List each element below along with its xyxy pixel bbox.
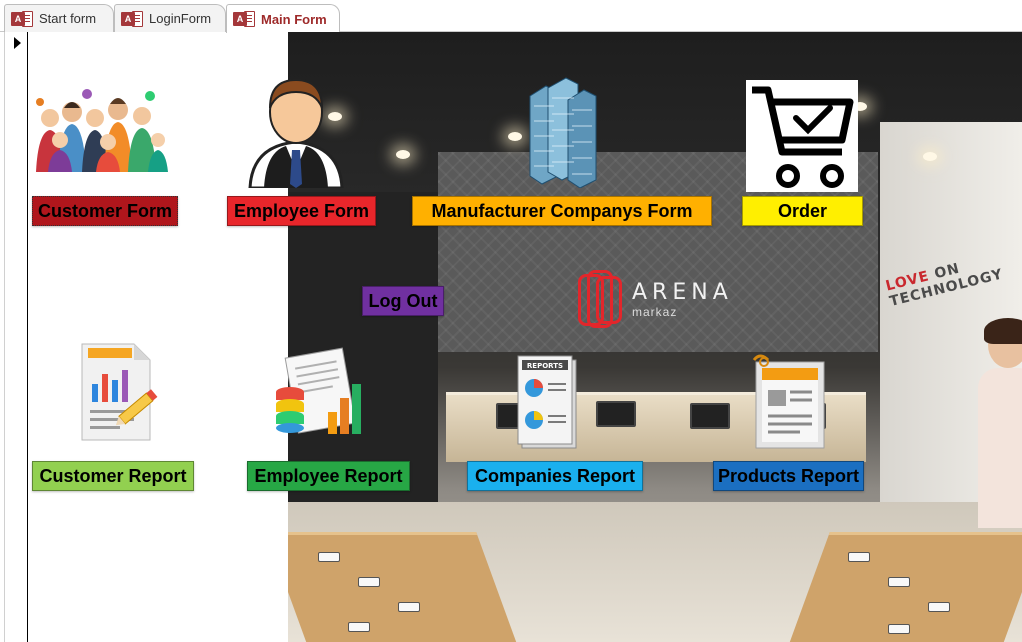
employee-form-button[interactable]: Employee Form: [227, 196, 376, 226]
customer-report-button[interactable]: Customer Report: [32, 461, 194, 491]
shopping-cart-check-icon[interactable]: [746, 80, 858, 192]
businessman-icon[interactable]: [246, 74, 346, 188]
products-report-button[interactable]: Products Report: [713, 461, 864, 491]
customer-form-button[interactable]: Customer Form: [32, 196, 178, 226]
current-record-arrow-icon: [14, 37, 21, 49]
tab-login-form[interactable]: A LoginForm: [114, 4, 226, 32]
clipboard-document-icon[interactable]: [750, 352, 830, 450]
tab-label: Start form: [39, 11, 97, 26]
document-tab-strip: A Start form A LoginForm A Main Form: [0, 0, 1022, 33]
log-out-button[interactable]: Log Out: [362, 286, 444, 316]
access-form-icon: A: [11, 10, 33, 28]
store-brand-logo: ARENA markaz: [578, 270, 733, 330]
store-brand-sub: markaz: [632, 305, 678, 319]
reports-pie-chart-icon[interactable]: REPORTS: [512, 354, 580, 452]
store-slogan: LOVE ON TECHNOLOGY: [884, 260, 1005, 310]
document-chart-pencil-icon[interactable]: [78, 340, 160, 444]
tab-label: Main Form: [261, 11, 327, 27]
skyscraper-buildings-icon[interactable]: [526, 76, 600, 188]
access-form-icon: A: [233, 10, 255, 28]
record-selector[interactable]: [4, 32, 28, 642]
access-form-icon: A: [121, 10, 143, 28]
tab-main-form[interactable]: A Main Form: [226, 4, 340, 33]
manufacturer-companys-form-button[interactable]: Manufacturer Companys Form: [412, 196, 712, 226]
report-bar-chart-icon[interactable]: [274, 346, 374, 442]
tab-start-form[interactable]: A Start form: [4, 4, 114, 32]
group-of-people-icon[interactable]: [30, 84, 170, 172]
arena-logo-icon: [578, 270, 622, 330]
order-button[interactable]: Order: [742, 196, 863, 226]
store-brand-name: ARENA: [632, 280, 733, 305]
shopper-figure: [978, 318, 1022, 532]
companies-report-button[interactable]: Companies Report: [467, 461, 643, 491]
tab-label: LoginForm: [149, 11, 212, 26]
store-background-image: LOVE ON TECHNOLOGY ARENA markaz: [288, 32, 1022, 642]
employee-report-button[interactable]: Employee Report: [247, 461, 410, 491]
svg-text:REPORTS: REPORTS: [527, 362, 563, 370]
